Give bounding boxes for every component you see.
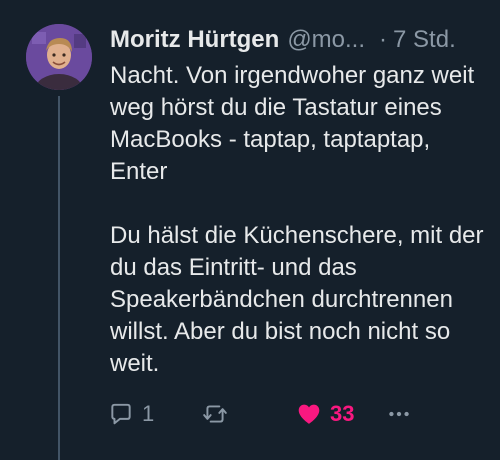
tweet-paragraph-2: Du hälst die Küchenschere, mit der du da…: [110, 222, 484, 377]
tweet-timestamp[interactable]: 7 Std.: [393, 24, 456, 56]
more-icon: [389, 411, 409, 417]
heart-icon: [298, 404, 320, 424]
reply-icon: [111, 403, 131, 425]
avatar[interactable]: [26, 24, 92, 90]
author-name[interactable]: Moritz Hürtgen: [110, 24, 279, 56]
action-bar: 1 33: [108, 398, 428, 430]
author-handle[interactable]: @mo...: [287, 24, 365, 56]
retweet-button[interactable]: [202, 398, 228, 430]
tweet-text: Nacht. Von irgendwoher ganz weit weg hör…: [110, 60, 490, 380]
more-button[interactable]: [386, 398, 412, 430]
tweet-paragraph-1: Nacht. Von irgendwoher ganz weit weg hör…: [110, 62, 475, 185]
separator-dot: ·: [379, 26, 388, 53]
tweet-header: Moritz Hürtgen @mo... · 7 Std.: [110, 24, 456, 56]
like-count: 33: [330, 401, 355, 426]
tweet-card[interactable]: Moritz Hürtgen @mo... · 7 Std. Nacht. Vo…: [0, 0, 500, 460]
thread-line: [58, 96, 60, 460]
like-button[interactable]: 33: [296, 398, 354, 430]
avatar-image: [26, 24, 92, 90]
reply-button[interactable]: 1: [108, 398, 154, 430]
reply-count: 1: [142, 401, 155, 426]
retweet-icon: [203, 405, 227, 423]
